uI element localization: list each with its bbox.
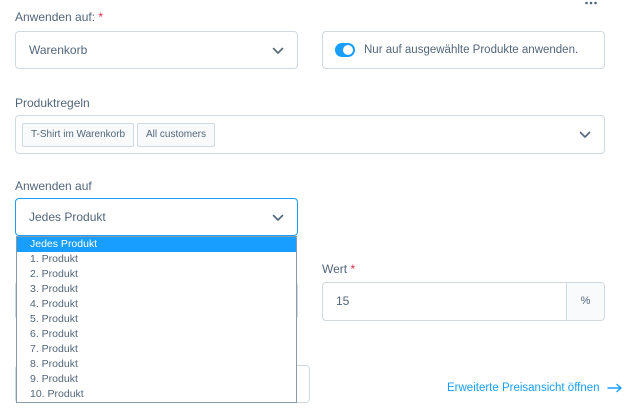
product-rule-tag[interactable]: T-Shirt im Warenkorb [22, 123, 135, 147]
only-selected-products-toggle[interactable] [335, 43, 355, 57]
dropdown-option[interactable]: 1. Produkt [17, 252, 296, 267]
dropdown-option[interactable]: 6. Produkt [17, 327, 296, 342]
required-mark: * [350, 262, 356, 276]
product-rules-select[interactable]: T-Shirt im Warenkorb All customers [15, 115, 605, 154]
chevron-down-icon [579, 131, 591, 138]
apply-on-select[interactable]: Warenkorb [15, 31, 298, 69]
value-input-group: 15 % [322, 282, 605, 321]
only-selected-products-card: Nur auf ausgewählte Produkte anwenden. [322, 31, 605, 69]
dropdown-option[interactable]: 4. Produkt [17, 297, 296, 312]
value-input[interactable]: 15 [336, 283, 349, 319]
apply-to-options-list: Jedes Produkt 1. Produkt 2. Produkt 3. P… [16, 236, 297, 403]
value-label-text: Wert [322, 262, 348, 276]
only-selected-products-label: Nur auf ausgewählte Produkte anwenden. [364, 44, 579, 56]
apply-on-label-text: Anwenden auf: [15, 10, 96, 24]
apply-on-value: Warenkorb [29, 43, 88, 57]
percent-unit-addon: % [566, 283, 604, 320]
dropdown-option[interactable]: 2. Produkt [17, 267, 296, 282]
advanced-price-view-label: Erweiterte Preisansicht öffnen [447, 382, 600, 394]
dropdown-option[interactable]: Jedes Produkt [17, 237, 296, 252]
advanced-price-view-link[interactable]: Erweiterte Preisansicht öffnen [447, 382, 623, 394]
dropdown-option[interactable]: 10. Produkt [17, 387, 296, 402]
value-label: Wert * [322, 262, 355, 276]
product-rules-label: Produktregeln [15, 96, 90, 110]
more-horizontal-icon[interactable] [584, 0, 598, 6]
dropdown-option[interactable]: 3. Produkt [17, 282, 296, 297]
apply-to-select[interactable]: Jedes Produkt [15, 198, 298, 236]
chevron-down-icon [272, 47, 284, 54]
promotion-discount-form: Anwenden auf: * Warenkorb Nur auf ausgew… [0, 0, 629, 415]
dropdown-option[interactable]: 9. Produkt [17, 372, 296, 387]
dropdown-option[interactable]: 7. Produkt [17, 342, 296, 357]
apply-to-label: Anwenden auf [15, 179, 92, 193]
arrow-right-icon [607, 383, 622, 393]
product-rule-tag[interactable]: All customers [137, 123, 216, 147]
apply-on-label: Anwenden auf: * [15, 10, 103, 24]
dropdown-option[interactable]: 5. Produkt [17, 312, 296, 327]
apply-to-value: Jedes Produkt [29, 210, 106, 224]
dropdown-option[interactable]: 8. Produkt [17, 357, 296, 372]
chevron-down-icon [272, 214, 284, 221]
required-mark: * [98, 10, 104, 24]
toggle-knob [343, 45, 353, 55]
